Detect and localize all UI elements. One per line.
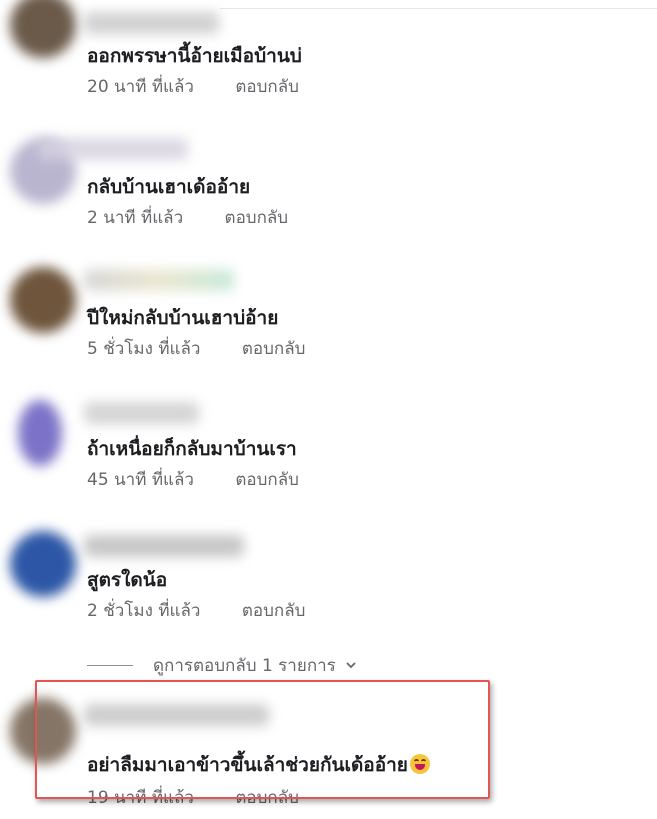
comment-item: กลับบ้านเฮาเด้ออ้าย 2 นาที ที่แล้ว ตอบกล… [0,130,657,240]
comment-text: ออกพรรษานี้อ้ายเมือบ้านบ่ [87,45,302,67]
comment-text: สูตรใดน้อ [87,569,168,591]
reply-link[interactable]: ตอบกลับ [235,470,299,490]
comment-time[interactable]: 2 นาที ที่แล้ว [87,208,183,228]
commenter-name[interactable] [84,12,219,34]
reply-link[interactable]: ตอบกลับ [242,339,306,359]
commenter-name[interactable] [84,402,199,424]
avatar[interactable] [10,531,76,597]
comment-item: สูตรใดน้อ 2 ชั่วโมง ที่แล้ว ตอบกลับ [0,523,657,633]
commenter-name[interactable] [84,269,234,291]
comment-item: ถ้าเหนื่อยก็กลับมาบ้านเรา 45 นาที ที่แล้… [0,392,657,502]
comment-time[interactable]: 20 นาที ที่แล้ว [87,77,194,97]
commenter-name[interactable] [38,138,188,160]
comment-time[interactable]: 2 ชั่วโมง ที่แล้ว [87,601,200,621]
comment-meta: 5 ชั่วโมง ที่แล้ว ตอบกลับ [87,335,305,362]
reply-link[interactable]: ตอบกลับ [235,77,299,97]
highlight-box [35,680,490,799]
comment-meta: 2 นาที ที่แล้ว ตอบกลับ [87,204,288,231]
comment-item: ปีใหม่กลับบ้านเฮาบ่อ้าย 5 ชั่วโมง ที่แล้… [0,261,657,371]
comment-meta: 45 นาที ที่แล้ว ตอบกลับ [87,466,299,493]
reply-link[interactable]: ตอบกลับ [242,601,306,621]
reply-link[interactable]: ตอบกลับ [225,208,289,228]
comment-text: กลับบ้านเฮาเด้ออ้าย [87,176,251,198]
comment-item: ออกพรรษานี้อ้ายเมือบ้านบ่ 20 นาที ที่แล้… [0,0,657,110]
comment-meta: 2 ชั่วโมง ที่แล้ว ตอบกลับ [87,597,305,624]
comment-time[interactable]: 5 ชั่วโมง ที่แล้ว [87,339,200,359]
avatar[interactable] [18,400,62,466]
commenter-name[interactable] [84,535,244,557]
avatar[interactable] [10,267,76,333]
replies-divider-line [87,664,133,666]
chevron-down-icon [346,662,356,669]
comment-text: ปีใหม่กลับบ้านเฮาบ่อ้าย [87,307,279,329]
avatar[interactable] [10,0,76,58]
comment-text: ถ้าเหนื่อยก็กลับมาบ้านเรา [87,438,297,460]
view-replies-button[interactable]: ดูการตอบกลับ 1 รายการ [87,654,356,676]
view-replies-label: ดูการตอบกลับ 1 รายการ [153,655,336,676]
comment-time[interactable]: 45 นาที ที่แล้ว [87,470,194,490]
comment-meta: 20 นาที ที่แล้ว ตอบกลับ [87,73,299,100]
